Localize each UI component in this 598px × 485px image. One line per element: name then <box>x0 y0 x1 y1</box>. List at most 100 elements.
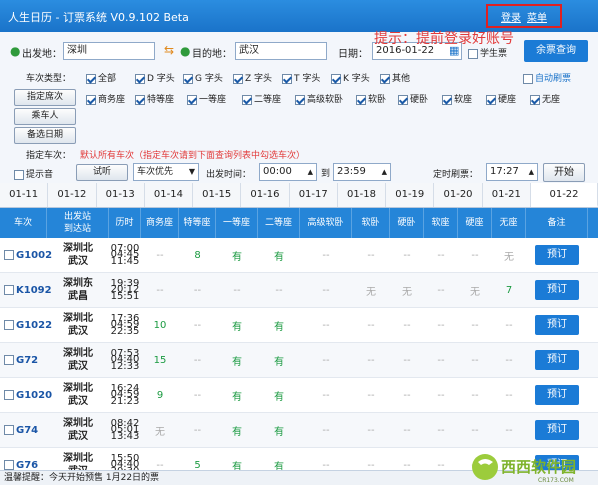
seat-hard-seat[interactable]: 硬座 <box>486 92 516 105</box>
seat-first[interactable]: 一等座 <box>187 92 226 105</box>
to-station: 武汉 <box>68 361 88 372</box>
seat-deluxe-sleeper[interactable]: 高级软卧 <box>295 92 343 105</box>
time-from-input[interactable]: 00:00 ▲ <box>259 163 317 181</box>
date-tab[interactable]: 01-16 <box>241 183 290 207</box>
book-button[interactable]: 预订 <box>535 245 579 265</box>
seat-second[interactable]: 二等座 <box>242 92 281 105</box>
table-row[interactable]: G72 深圳北 武汉 07:53 12:33 04:40 15 -- 有有 -- -- -- -- -- -… <box>0 343 598 378</box>
checkbox-icon[interactable] <box>86 94 96 105</box>
checkbox-icon[interactable] <box>14 169 24 180</box>
seat-availability: -- <box>156 459 164 471</box>
date-tab[interactable]: 01-14 <box>145 183 194 207</box>
type-g[interactable]: G 字头 <box>183 71 223 84</box>
column-header: 软座 <box>424 208 458 238</box>
train-cell[interactable]: G1020 <box>0 389 52 401</box>
backup-date-button[interactable]: 备选日期 <box>14 127 76 144</box>
train-cell[interactable]: G74 <box>0 424 47 436</box>
train-cell[interactable]: G76 <box>0 459 47 470</box>
seat-soft-seat[interactable]: 软座 <box>442 92 472 105</box>
checkbox-icon[interactable] <box>523 73 533 84</box>
table-row[interactable]: G1002 深圳北 武汉 07:00 11:45 04:45 -- 8 有有 -- -- -- -- --… <box>0 238 598 273</box>
book-button[interactable]: 预订 <box>535 385 579 405</box>
menu-link[interactable]: 菜单 <box>527 9 547 24</box>
checkbox-icon[interactable] <box>135 73 145 84</box>
refresh-time-input[interactable]: 17:27 ▲ <box>486 163 538 181</box>
checkbox-icon[interactable] <box>183 73 193 84</box>
swap-icon[interactable]: ⇆ <box>164 43 174 57</box>
priority-select[interactable]: 车次优先 ▼ <box>133 163 199 181</box>
type-k[interactable]: K 字头 <box>331 71 370 84</box>
seat-availability: 有 <box>274 321 284 333</box>
checkbox-icon[interactable] <box>187 94 197 105</box>
type-z[interactable]: Z 字头 <box>233 71 272 84</box>
alert-sound-option[interactable]: 提示音 <box>14 167 53 180</box>
seat-standing[interactable]: 无座 <box>530 92 560 105</box>
seat-premium[interactable]: 特等座 <box>135 92 174 105</box>
date-tab[interactable]: 01-21 <box>483 183 531 207</box>
checkbox-icon[interactable] <box>4 284 14 295</box>
checkbox-icon[interactable] <box>4 319 14 330</box>
checkbox-icon[interactable] <box>486 94 496 105</box>
type-other[interactable]: 其他 <box>380 71 410 84</box>
date-tab[interactable]: 01-11 <box>0 183 49 207</box>
train-cell[interactable]: G72 <box>0 354 47 366</box>
checkbox-icon[interactable] <box>4 389 14 400</box>
checkbox-icon[interactable] <box>233 73 243 84</box>
seat-hard-sleeper[interactable]: 硬卧 <box>398 92 428 105</box>
seat-business[interactable]: 商务座 <box>86 92 125 105</box>
checkbox-icon[interactable] <box>380 73 390 84</box>
table-row[interactable]: G74 深圳北 武汉 08:42 13:43 05:01 无 -- 有有 -- -- -- -- -- --… <box>0 413 598 448</box>
table-row[interactable]: K1092 深圳东 武昌 19:39 15:51 20:12 -- -- -- -- -- 无无 -- 无… <box>0 273 598 308</box>
test-sound-button[interactable]: 试听 <box>76 164 128 181</box>
train-cell[interactable]: G1002 <box>0 249 52 261</box>
date-tab[interactable]: 01-13 <box>97 183 145 207</box>
spinner-icon: ▲ <box>381 168 387 176</box>
column-header: 出发站 到达站 <box>47 208 109 238</box>
book-button[interactable]: 预订 <box>535 420 579 440</box>
checkbox-icon[interactable] <box>468 48 478 59</box>
checkbox-icon[interactable] <box>295 94 305 105</box>
date-tab[interactable]: 01-12 <box>48 183 97 207</box>
book-button[interactable]: 预订 <box>535 350 579 370</box>
checkbox-icon[interactable] <box>4 249 14 260</box>
seat-select-button[interactable]: 指定席次 <box>14 89 76 106</box>
date-tab[interactable]: 01-17 <box>290 183 338 207</box>
date-tab[interactable]: 01-18 <box>338 183 387 207</box>
checkbox-icon[interactable] <box>242 94 252 105</box>
date-tab[interactable]: 01-22 <box>530 183 598 207</box>
type-all[interactable]: 全部 <box>86 71 116 84</box>
seat-availability: 8 <box>194 249 201 261</box>
train-cell[interactable]: K1092 <box>0 284 52 296</box>
date-tab[interactable]: 01-19 <box>386 183 435 207</box>
checkbox-icon[interactable] <box>4 424 14 435</box>
table-row[interactable]: G1022 深圳北 武汉 17:36 22:35 04:59 10 -- 有有 -- -- -- -- -… <box>0 308 598 343</box>
train-cell[interactable]: G1022 <box>0 319 52 331</box>
book-button[interactable]: 预订 <box>535 280 579 300</box>
seat-soft-sleeper[interactable]: 软卧 <box>356 92 386 105</box>
start-button[interactable]: 开始 <box>543 163 585 182</box>
seat-availability: -- <box>437 319 445 331</box>
checkbox-icon[interactable] <box>331 73 341 84</box>
type-t[interactable]: T 字头 <box>282 71 320 84</box>
checkbox-icon[interactable] <box>4 459 14 470</box>
checkbox-icon[interactable] <box>356 94 366 105</box>
checkbox-icon[interactable] <box>442 94 452 105</box>
from-input[interactable]: 深圳 <box>63 42 155 60</box>
checkbox-icon[interactable] <box>530 94 540 105</box>
checkbox-icon[interactable] <box>86 73 96 84</box>
login-link[interactable]: 登录 <box>501 9 521 24</box>
checkbox-icon[interactable] <box>4 354 14 365</box>
checkbox-icon[interactable] <box>135 94 145 105</box>
auto-refresh-option[interactable]: 自动刷票 <box>523 71 571 84</box>
checkbox-icon[interactable] <box>282 73 292 84</box>
type-d[interactable]: D 字头 <box>135 71 175 84</box>
date-tab[interactable]: 01-20 <box>434 183 483 207</box>
time-to-input[interactable]: 23:59 ▲ <box>333 163 391 181</box>
table-row[interactable]: G1020 深圳北 武汉 16:24 21:23 04:59 9 -- 有有 -- -- -- -- --… <box>0 378 598 413</box>
passenger-button[interactable]: 乘车人 <box>14 108 76 125</box>
book-button[interactable]: 预订 <box>535 315 579 335</box>
to-input[interactable]: 武汉 <box>235 42 327 60</box>
query-button[interactable]: 余票查询 <box>524 40 588 62</box>
checkbox-icon[interactable] <box>398 94 408 105</box>
date-tab[interactable]: 01-15 <box>193 183 242 207</box>
